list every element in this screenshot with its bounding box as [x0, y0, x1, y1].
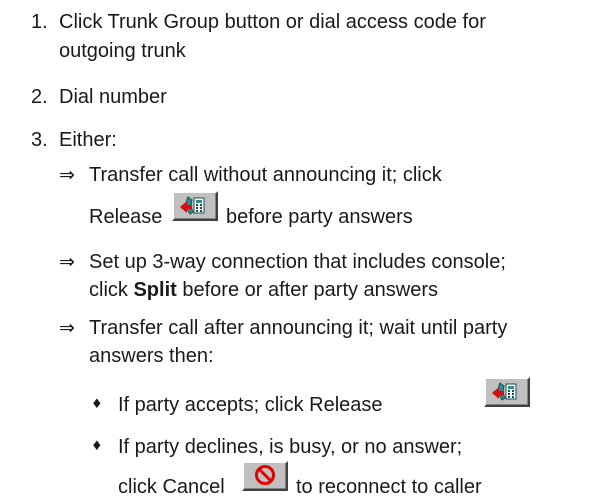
step-1-text-line2: outgoing trunk [59, 40, 186, 62]
sub-option-accepts-text: If party accepts; click Release [118, 394, 383, 416]
sub-option-declines-line2: to reconnect to caller [296, 476, 482, 498]
cancel-no-entry-icon [255, 465, 275, 485]
step-2-text: Dial number [59, 86, 167, 108]
split-label: Split [133, 279, 177, 301]
option-three-way-line1: Set up 3-way connection that includes co… [89, 251, 506, 273]
step-3-number: 3. [31, 129, 48, 151]
option-three-way-line2: click Split before or after party answer… [89, 278, 438, 302]
option-arrow-3: ⇒ [59, 317, 75, 339]
step-3-text: Either: [59, 129, 117, 151]
option-transfer-unannounced-release-label: Release [89, 206, 163, 228]
step-2-number: 2. [31, 86, 48, 108]
step-1-text-line1: Click Trunk Group button or dial access … [59, 11, 486, 33]
release-phone-icon [492, 382, 517, 401]
release-button[interactable] [172, 191, 218, 221]
cancel-button[interactable] [242, 461, 288, 491]
option-arrow-2: ⇒ [59, 251, 75, 273]
sub-option-declines-line1: If party declines, is busy, or no answer… [118, 436, 463, 458]
option-three-way-suffix: before or after party answers [176, 279, 439, 301]
option-transfer-announced-line1: Transfer call after announcing it; wait … [89, 317, 508, 339]
sub-bullet-1: ♦ [91, 397, 103, 412]
release-button-accepts[interactable] [484, 377, 530, 407]
option-transfer-announced-line2: answers then: [89, 345, 214, 367]
sub-bullet-2: ♦ [91, 439, 103, 454]
step-1-number: 1. [31, 11, 48, 33]
option-transfer-unannounced-line1: Transfer call without announcing it; cli… [89, 164, 442, 186]
option-transfer-unannounced-line2: before party answers [226, 206, 413, 228]
release-phone-icon [180, 196, 205, 215]
option-three-way-prefix: click [89, 279, 134, 301]
option-arrow-1: ⇒ [59, 164, 75, 186]
sub-option-declines-cancel-label: click Cancel [118, 476, 225, 498]
